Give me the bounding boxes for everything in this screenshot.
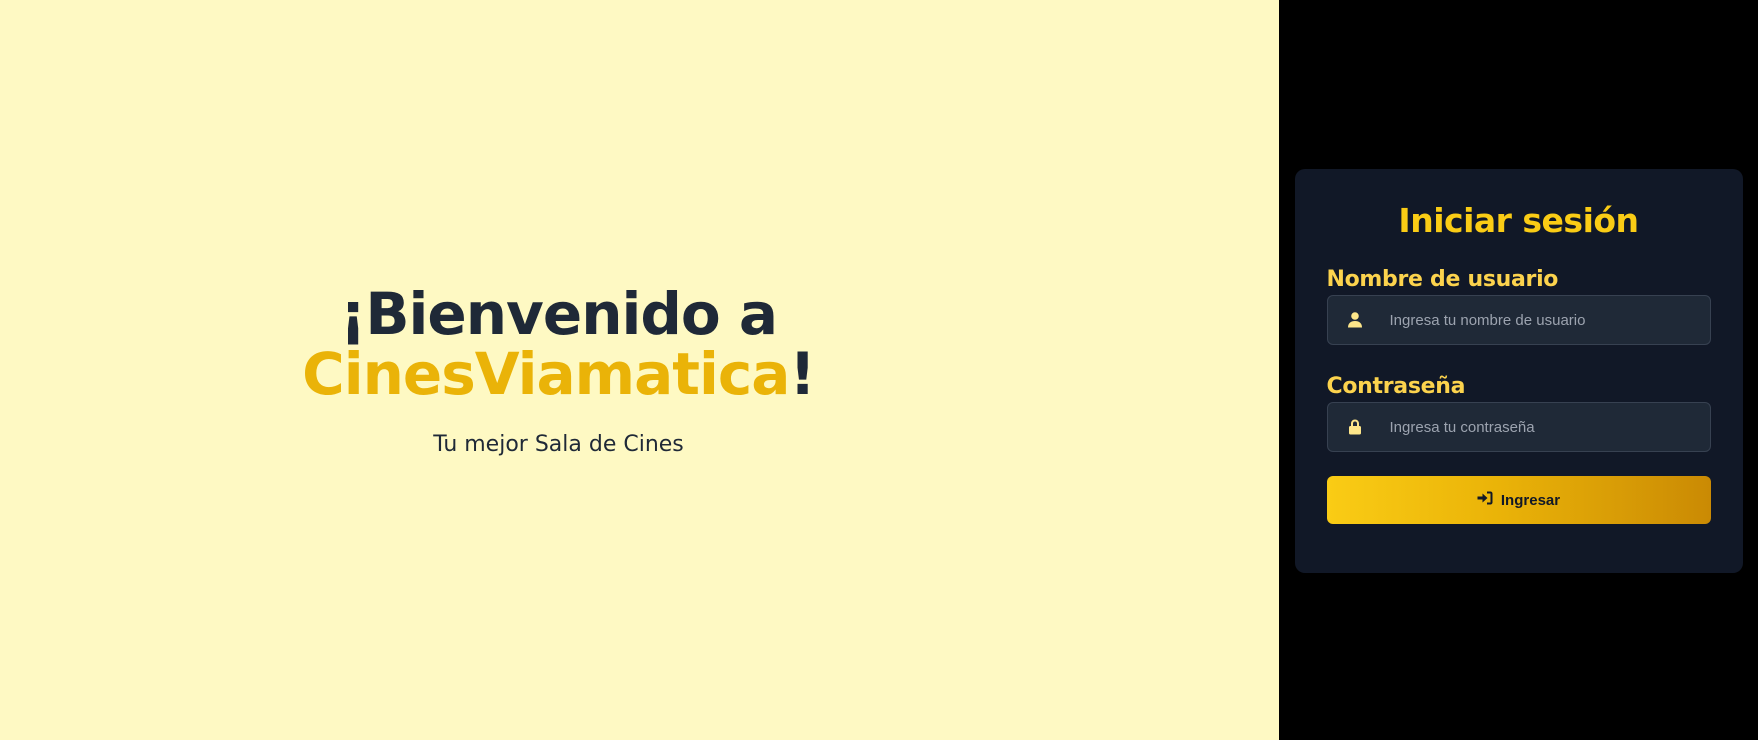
password-field <box>1326 402 1711 452</box>
brand-name: CinesViamatica <box>302 339 790 408</box>
login-title: Iniciar sesión <box>1398 201 1639 240</box>
username-label: Nombre de usuario <box>1326 267 1559 292</box>
username-field <box>1326 295 1711 345</box>
login-card: Iniciar sesión Nombre de usuario Contras… <box>1294 169 1743 573</box>
login-page: ¡Bienvenido a CinesViamatica! Tu mejor S… <box>0 0 1758 740</box>
username-input[interactable] <box>1373 296 1710 344</box>
login-submit-button[interactable]: Ingresar <box>1326 476 1711 524</box>
login-side-panel: Iniciar sesión Nombre de usuario Contras… <box>1279 0 1758 740</box>
welcome-heading-line1: ¡Bienvenido a <box>339 279 778 348</box>
welcome-heading: ¡Bienvenido a CinesViamatica! <box>302 284 816 404</box>
sign-in-icon <box>1477 491 1493 509</box>
welcome-exclamation: ! <box>789 339 815 408</box>
welcome-subtitle: Tu mejor Sala de Cines <box>433 431 684 457</box>
password-input[interactable] <box>1373 403 1710 451</box>
welcome-panel: ¡Bienvenido a CinesViamatica! Tu mejor S… <box>0 0 1279 740</box>
password-label: Contraseña <box>1326 374 1466 399</box>
user-icon <box>1328 296 1374 344</box>
lock-icon <box>1328 403 1374 451</box>
login-submit-label: Ingresar <box>1500 491 1561 509</box>
